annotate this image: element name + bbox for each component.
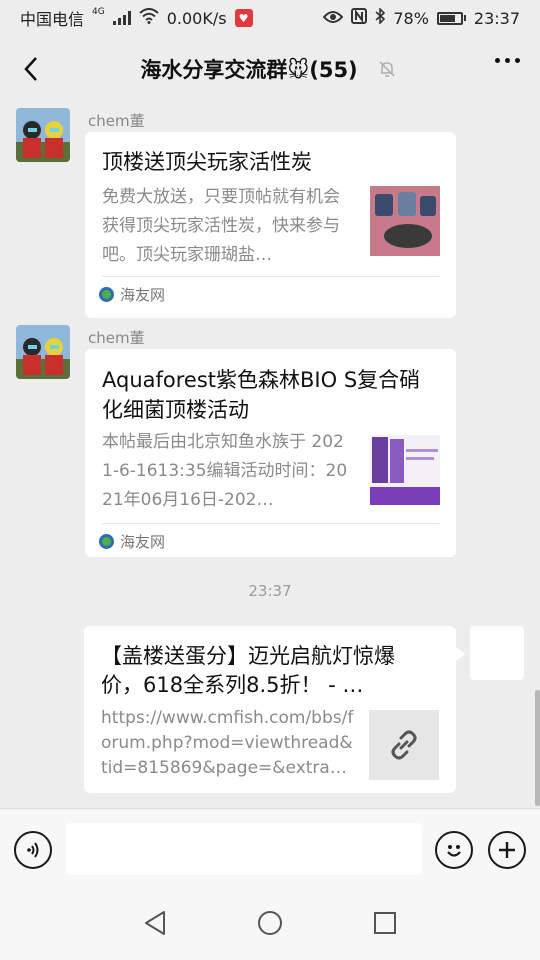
input-bar xyxy=(0,808,540,888)
source-logo-icon xyxy=(99,287,114,302)
card-thumbnail xyxy=(370,186,440,256)
avatar[interactable] xyxy=(16,108,70,162)
card-title: Aquaforest紫色森林BIO S复合硝化细菌顶楼活动 xyxy=(102,368,421,422)
scrollbar[interactable] xyxy=(535,690,540,806)
card-thumbnail xyxy=(370,435,440,505)
system-back-icon[interactable] xyxy=(140,908,170,938)
bluetooth-icon xyxy=(375,7,386,28)
outgoing-link-card[interactable]: 【盖楼送蛋分】迈光启航灯惊爆价，618全系列8.5折！ - … https://… xyxy=(84,626,465,793)
plus-icon[interactable] xyxy=(488,831,526,869)
link-card[interactable]: 顶楼送顶尖玩家活性炭 免费大放送，只要顶帖就有机会获得顶尖玩家活性炭，快来参与吧… xyxy=(85,132,456,318)
system-recents-icon[interactable] xyxy=(370,908,400,938)
sender-name: chem董 xyxy=(88,329,145,347)
card-divider xyxy=(102,523,439,524)
card-title: 【盖楼送蛋分】迈光启航灯惊爆价，618全系列8.5折！ - … xyxy=(101,644,395,697)
sender-name: chem董 xyxy=(88,112,145,130)
link-icon xyxy=(369,710,439,780)
network-speed: 0.00K/s xyxy=(166,8,227,28)
voice-icon[interactable] xyxy=(14,831,52,869)
message-timestamp: 23:37 xyxy=(248,582,292,600)
card-divider xyxy=(102,276,439,277)
nfc-icon xyxy=(351,8,368,28)
back-arrow-icon[interactable] xyxy=(14,52,48,86)
link-card[interactable]: Aquaforest紫色森林BIO S复合硝化细菌顶楼活动 本帖最后由北京知鱼水… xyxy=(85,349,456,557)
clock: 23:37 xyxy=(473,8,520,28)
status-bar: 中国电信 4G 0.00K/s ♥ 78% 23:37 xyxy=(0,0,540,36)
battery-percent: 78% xyxy=(393,8,429,28)
message-input[interactable] xyxy=(66,823,422,875)
eye-icon xyxy=(322,9,344,28)
card-source: 海友网 xyxy=(99,531,165,552)
chat-screen: 中国电信 4G 0.00K/s ♥ 78% 23:37 海水分享交流群🐭(55)… xyxy=(0,0,540,960)
signal-icon xyxy=(112,11,131,25)
card-description: 免费大放送，只要顶帖就有机会获得顶尖玩家活性炭，快来参与吧。顶尖玩家珊瑚盐… xyxy=(102,187,340,265)
mute-bell-icon xyxy=(374,56,400,82)
source-name: 海友网 xyxy=(120,533,166,551)
chat-title: 海水分享交流群🐭(55) xyxy=(140,58,358,82)
card-description: https://www.cmfish.com/bbs/forum.php?mod… xyxy=(101,708,354,778)
avatar[interactable] xyxy=(16,325,70,379)
network-type: 4G xyxy=(92,7,105,17)
source-logo-icon xyxy=(99,534,114,549)
battery-icon xyxy=(436,11,466,25)
card-title: 顶楼送顶尖玩家活性炭 xyxy=(102,150,312,174)
emoji-icon[interactable] xyxy=(435,831,473,869)
card-source: 海友网 xyxy=(99,284,165,305)
avatar[interactable] xyxy=(470,626,524,680)
more-dots-icon[interactable] xyxy=(495,58,520,63)
card-description: 本帖最后由北京知鱼水族于 2021-6-1613:35编辑活动时间：2021年0… xyxy=(102,432,348,510)
wifi-icon xyxy=(139,8,159,28)
carrier-label: 中国电信 xyxy=(20,10,85,29)
system-home-icon[interactable] xyxy=(255,908,285,938)
system-navigation-bar xyxy=(0,888,540,960)
app-notification-icon: ♥ xyxy=(234,9,253,27)
chat-header: 海水分享交流群🐭(55) xyxy=(0,36,540,102)
source-name: 海友网 xyxy=(120,286,166,304)
